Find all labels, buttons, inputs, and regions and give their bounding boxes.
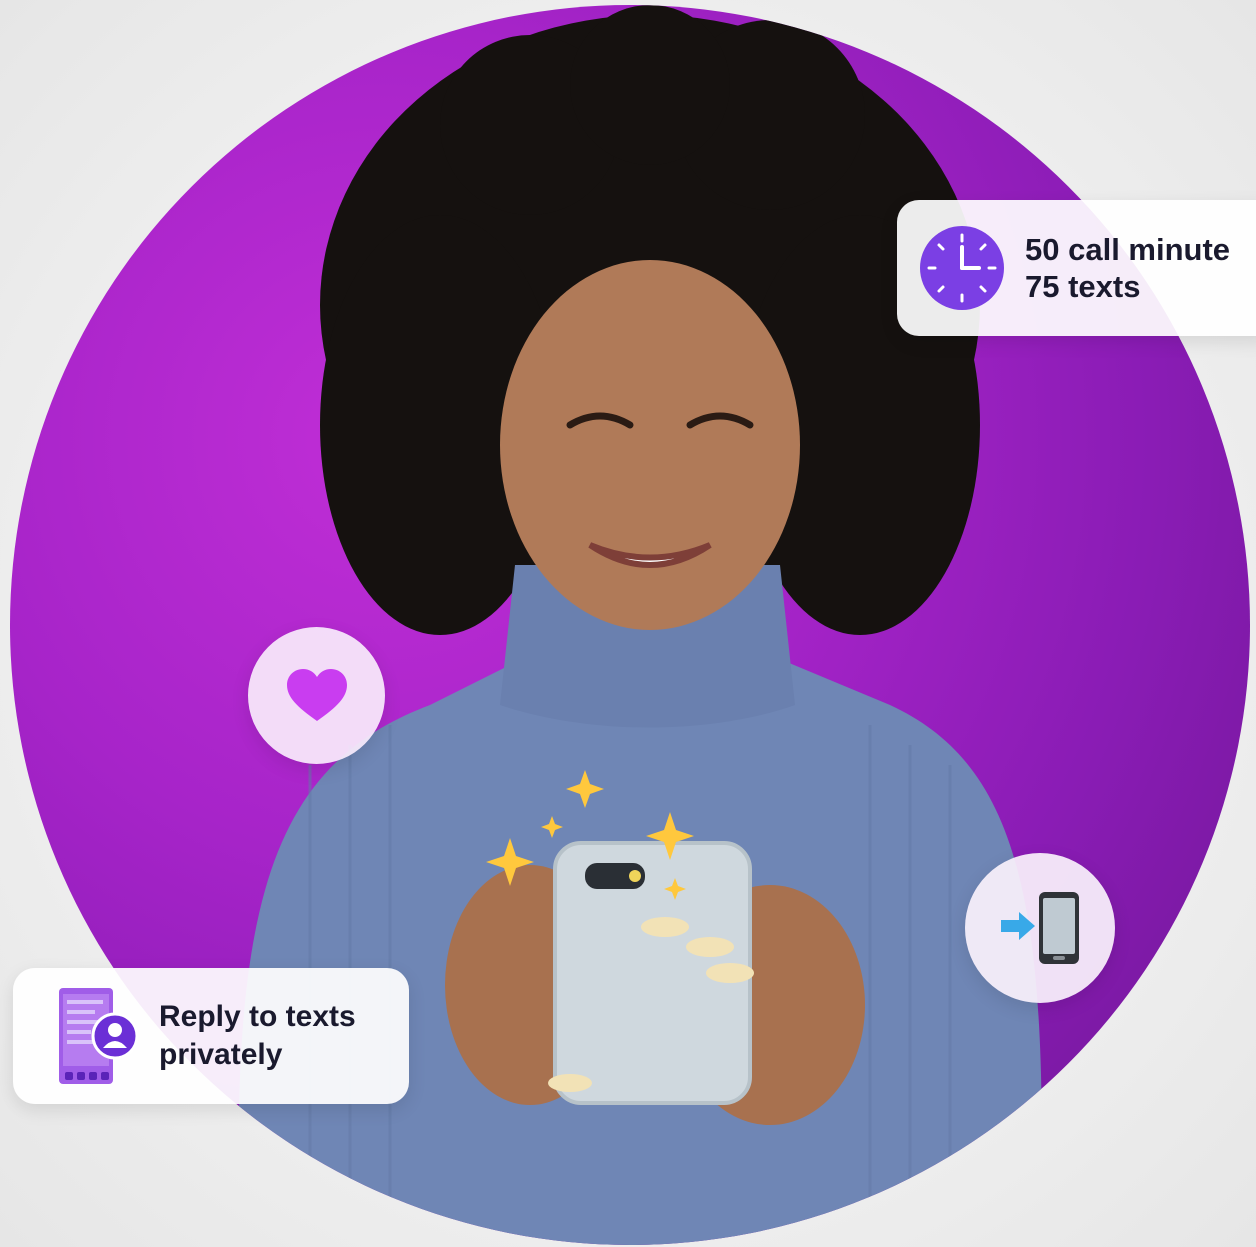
texts-count-text: 75 texts [1025,269,1141,304]
reply-privately-card: Reply to texts privately [13,968,409,1104]
heart-bubble [248,627,385,764]
private-reply-phone-icon [59,988,139,1084]
heart-icon [286,668,347,721]
hero-visual: 50 call minute 75 texts Reply to texts p… [0,0,1256,1247]
minutes-texts-card: 50 call minute 75 texts [897,200,1256,336]
phone-transfer-icon [1001,892,1079,964]
sparkles-decoration [486,770,694,900]
minutes-text: 50 call minute [1025,232,1231,267]
phone-transfer-bubble [965,853,1115,1003]
clock-icon [920,226,1004,310]
privately-text: privately [159,1038,283,1071]
reply-text: Reply to texts [159,1000,356,1033]
